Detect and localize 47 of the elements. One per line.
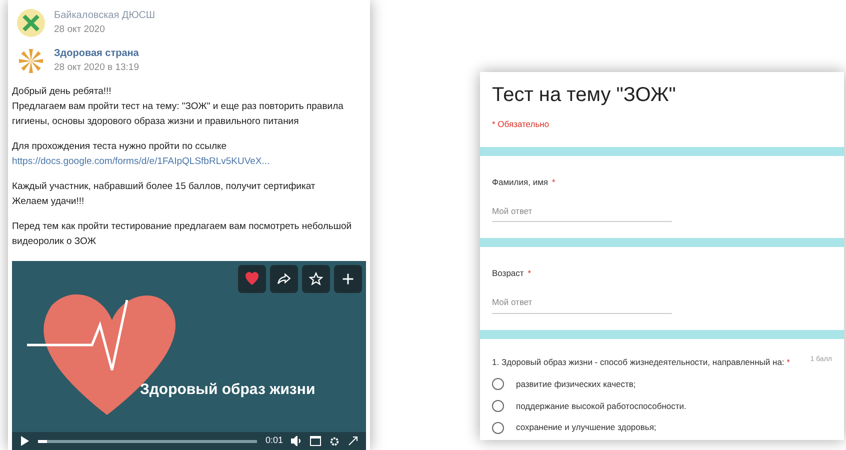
answer-field[interactable]: Мой ответ bbox=[492, 204, 672, 222]
required-mark: * bbox=[528, 267, 532, 280]
volume-icon[interactable] bbox=[291, 436, 302, 446]
video-player[interactable]: Здоровый образ жизни 0:01 bbox=[12, 261, 366, 450]
post-text: Предлагаем вам пройти тест на тему: "ЗОЖ" и еще раз повторить правила bbox=[12, 100, 344, 114]
settings-icon[interactable] bbox=[329, 436, 340, 446]
window-icon[interactable] bbox=[310, 436, 321, 446]
post-text: Добрый день ребята!!! bbox=[12, 85, 112, 99]
radio-button[interactable] bbox=[492, 400, 504, 412]
option-label: поддержание высокой работоспособности. bbox=[516, 400, 686, 412]
option-label: развитие физических качеств; bbox=[516, 378, 636, 390]
post-date: 28 окт 2020 в 13:19 bbox=[54, 61, 139, 76]
post-text: Желаем удачи!!! bbox=[12, 195, 86, 209]
logo-icon bbox=[16, 8, 46, 38]
post-text: Для прохождения теста нужно пройти по ссылке bbox=[12, 140, 228, 154]
video-title: Здоровый образ жизни bbox=[140, 380, 316, 400]
form-link[interactable]: https://docs.google.com/forms/d/e/1FAIpQLSfbRLv5KUVeX... bbox=[12, 154, 366, 169]
share-arrow-icon bbox=[277, 272, 291, 286]
required-mark: * bbox=[552, 176, 556, 188]
option-label: сохранение и улучшение здоровья; bbox=[516, 421, 656, 434]
plus-icon bbox=[341, 272, 355, 286]
question-label: 1. Здоровый образ жизни - способ жизнедеятельности, направленный на: * bbox=[492, 356, 791, 369]
author-name[interactable]: Здоровая страна bbox=[54, 46, 139, 62]
form-title: Тест на тему "ЗОЖ" bbox=[492, 83, 677, 108]
play-icon[interactable] bbox=[20, 436, 30, 446]
required-note: * Обязательно bbox=[492, 118, 550, 131]
like-button[interactable] bbox=[238, 265, 266, 293]
star-logo-icon bbox=[16, 46, 46, 76]
group-name[interactable]: Байкаловская ДЮСШ bbox=[54, 8, 156, 24]
post-text: Перед тем как пройти тестирование предлагаем вам посмотреть небольшой bbox=[12, 220, 353, 234]
question-label: Возраст bbox=[492, 267, 524, 280]
post-text: гигиены, основы здорового образа жизни и правильного питания bbox=[12, 115, 300, 129]
heart-icon bbox=[245, 272, 259, 286]
add-button[interactable] bbox=[334, 265, 362, 293]
post-text: Каждый участник, набравший более 15 баллов, получит сертификат bbox=[12, 180, 316, 194]
star-icon bbox=[309, 272, 323, 286]
expand-icon[interactable] bbox=[348, 436, 358, 446]
post-text: видеоролик о ЗОЖ bbox=[12, 235, 97, 249]
question-label: Фамилия, имя bbox=[492, 176, 548, 188]
post-date: 28 окт 2020 bbox=[54, 23, 106, 38]
radio-button[interactable] bbox=[492, 422, 504, 434]
answer-field[interactable]: Мой ответ bbox=[492, 296, 672, 314]
favorite-button[interactable] bbox=[302, 265, 330, 293]
video-time: 0:01 bbox=[265, 434, 283, 448]
radio-button[interactable] bbox=[492, 378, 504, 390]
progress-track[interactable] bbox=[38, 440, 258, 442]
share-button[interactable] bbox=[270, 265, 298, 293]
